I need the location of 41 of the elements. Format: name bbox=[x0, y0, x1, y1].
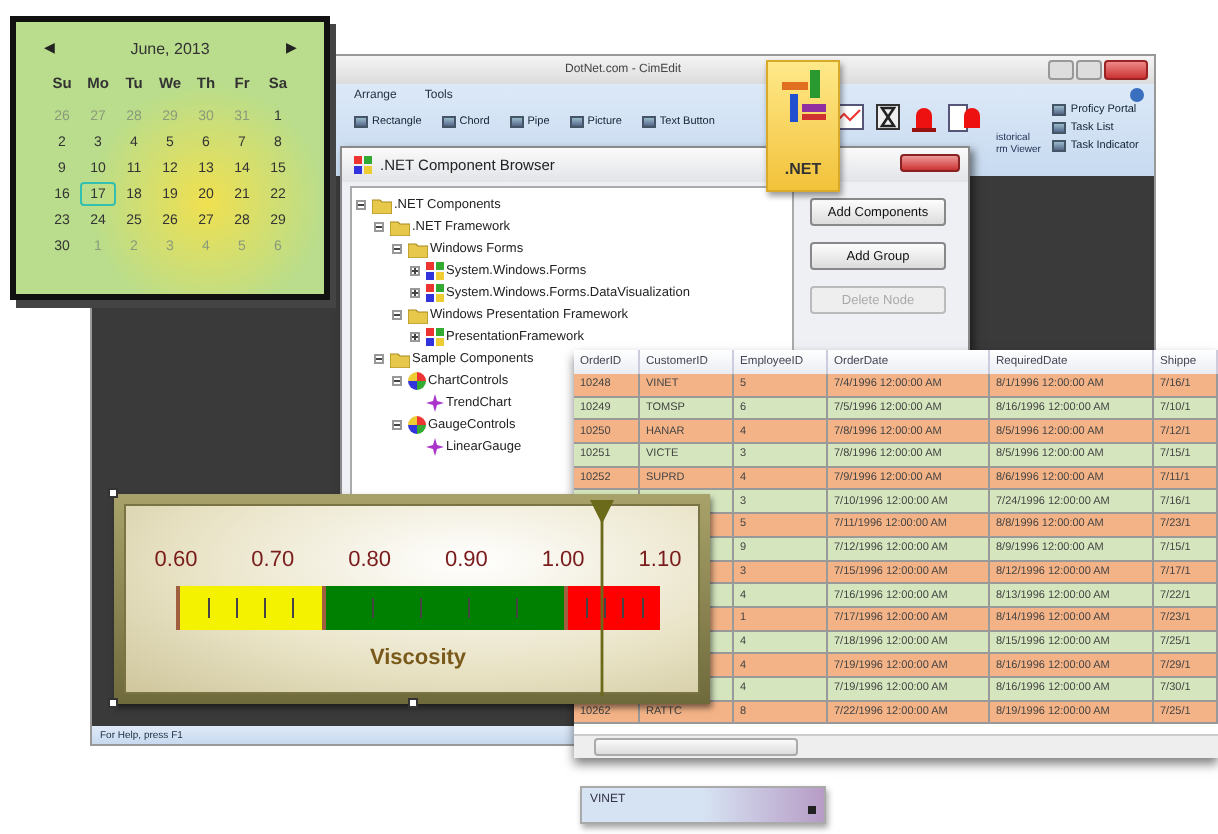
horizontal-scrollbar[interactable] bbox=[574, 734, 1218, 758]
star-shape-icon bbox=[426, 394, 444, 412]
books-icon bbox=[777, 70, 829, 126]
hourglass-icon[interactable] bbox=[876, 104, 900, 130]
expander-toggle[interactable] bbox=[392, 420, 402, 430]
close-button[interactable] bbox=[900, 154, 960, 172]
color-wheel-icon bbox=[408, 372, 426, 390]
resize-handle[interactable] bbox=[408, 698, 418, 708]
scale-label: 0.60 bbox=[154, 548, 198, 572]
color-wheel-icon bbox=[408, 416, 426, 434]
badge-label: .NET bbox=[784, 160, 822, 178]
alarm-light-icon[interactable] bbox=[912, 104, 936, 132]
collapse-icon[interactable] bbox=[1130, 88, 1144, 102]
resize-handle[interactable] bbox=[108, 488, 118, 498]
component-icon bbox=[426, 328, 444, 346]
expander-toggle[interactable] bbox=[410, 266, 420, 276]
folder-icon bbox=[390, 351, 410, 367]
scale-label: 0.80 bbox=[348, 548, 391, 572]
expander-toggle[interactable] bbox=[410, 288, 420, 298]
component-icon bbox=[426, 284, 444, 302]
expander-toggle[interactable] bbox=[392, 244, 402, 254]
gauge-title: Viscosity bbox=[367, 646, 469, 670]
scale-label: 0.70 bbox=[251, 548, 295, 572]
expander-toggle[interactable] bbox=[374, 354, 384, 364]
scale-label: 0.90 bbox=[444, 548, 488, 572]
expander-toggle[interactable] bbox=[410, 332, 420, 342]
expander-toggle[interactable] bbox=[392, 376, 402, 386]
folder-icon bbox=[408, 307, 428, 323]
alarm-viewer-icon[interactable] bbox=[948, 104, 984, 132]
gauge-pointer[interactable] bbox=[587, 500, 616, 696]
component-icon bbox=[354, 156, 372, 174]
expander-toggle[interactable] bbox=[374, 222, 384, 232]
scale-label: 1.00 bbox=[541, 548, 585, 572]
star-shape-icon bbox=[426, 438, 444, 456]
expander-toggle[interactable] bbox=[356, 200, 366, 210]
expander-toggle[interactable] bbox=[392, 310, 402, 320]
scale-label: 1.10 bbox=[638, 548, 682, 572]
month-title: June, 2013 bbox=[130, 39, 210, 57]
component-icon bbox=[426, 262, 444, 280]
close-button[interactable] bbox=[1104, 60, 1148, 80]
resize-handle[interactable] bbox=[108, 698, 118, 708]
